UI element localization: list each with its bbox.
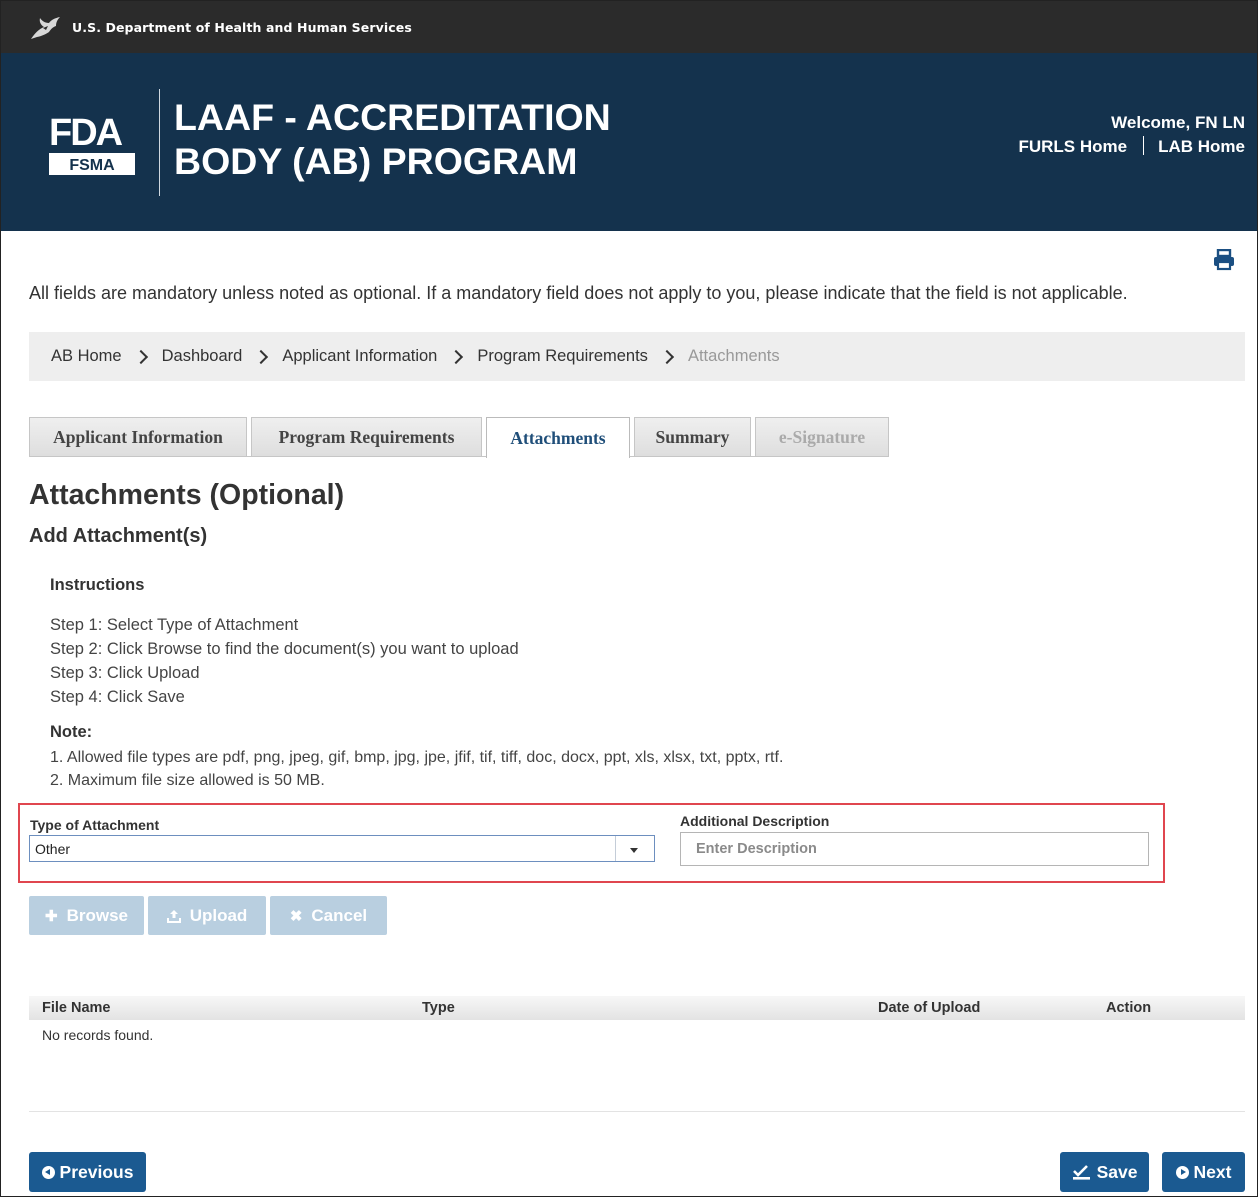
header-divider: [159, 89, 160, 196]
step-item: Step 3: Click Upload: [50, 664, 200, 682]
chevron-right-icon: [449, 349, 464, 364]
fsma-logo-text: FSMA: [69, 157, 115, 174]
column-file-name[interactable]: File Name: [42, 1000, 111, 1016]
breadcrumb-dashboard[interactable]: Dashboard: [162, 347, 243, 366]
tab-attachments[interactable]: Attachments: [486, 417, 630, 458]
type-of-attachment-select[interactable]: Other: [29, 835, 655, 862]
tab-program-requirements[interactable]: Program Requirements: [251, 417, 482, 456]
circle-arrow-right-icon: [1175, 1165, 1189, 1179]
select-value: Other: [35, 841, 71, 857]
breadcrumb-ab-home[interactable]: AB Home: [51, 347, 122, 366]
note-item: 1. Allowed file types are pdf, png, jpeg…: [50, 749, 784, 766]
site-header: FDA FSMA LAAF - ACCREDITATION BODY (AB) …: [1, 53, 1257, 231]
instructions-title: Instructions: [50, 576, 145, 594]
browse-button[interactable]: ✚ Browse: [29, 896, 144, 935]
cancel-label: Cancel: [311, 905, 368, 925]
step-item: Step 4: Click Save: [50, 688, 185, 706]
step-item: Step 2: Click Browse to find the documen…: [50, 640, 519, 658]
tabs-baseline: [29, 456, 889, 457]
notes-list: 1. Allowed file types are pdf, png, jpeg…: [50, 746, 783, 792]
chevron-right-icon: [659, 349, 675, 364]
type-of-attachment-label: Type of Attachment: [30, 817, 160, 833]
hhs-top-bar: U.S. Department of Health and Human Serv…: [1, 1, 1257, 53]
program-title-line1: LAAF - ACCREDITATION: [174, 96, 611, 138]
dropdown-button[interactable]: [615, 836, 654, 861]
furls-home-link[interactable]: FURLS Home: [1018, 137, 1127, 156]
welcome-text: Welcome, FN LN: [1111, 113, 1245, 132]
note-item: 2. Maximum file size allowed is 50 MB.: [50, 772, 325, 789]
mandatory-fields-note: All fields are mandatory unless noted as…: [29, 283, 1128, 303]
instruction-steps: Step 1: Select Type of Attachment Step 2…: [50, 613, 519, 709]
save-label: Save: [1096, 1161, 1138, 1182]
tab-e-signature: e-Signature: [755, 417, 889, 456]
column-date-of-upload[interactable]: Date of Upload: [878, 1000, 980, 1016]
save-button[interactable]: Save: [1060, 1152, 1149, 1192]
column-type[interactable]: Type: [422, 1000, 455, 1016]
printer-icon[interactable]: [1213, 249, 1235, 271]
program-title: LAAF - ACCREDITATION BODY (AB) PROGRAM: [174, 95, 734, 183]
chevron-down-icon: [630, 848, 638, 853]
plus-icon: ✚: [45, 907, 58, 925]
section-subtitle: Add Attachment(s): [29, 525, 208, 547]
previous-button[interactable]: Previous: [29, 1152, 146, 1192]
page-title: Attachments (Optional): [29, 479, 345, 511]
link-separator: [1143, 136, 1145, 155]
tab-summary[interactable]: Summary: [634, 417, 751, 456]
program-title-line2: BODY (AB) PROGRAM: [174, 140, 578, 182]
column-action: Action: [1106, 1000, 1152, 1016]
hhs-department-text: U.S. Department of Health and Human Serv…: [72, 20, 412, 35]
additional-description-input[interactable]: [680, 832, 1149, 866]
breadcrumb-applicant-information[interactable]: Applicant Information: [282, 347, 437, 366]
attachments-table-header: File Name Type Date of Upload Action: [29, 996, 1245, 1020]
browse-label: Browse: [66, 905, 128, 925]
chevron-right-icon: [254, 349, 269, 364]
upload-label: Upload: [189, 905, 248, 925]
header-links: FURLS Home LAB Home: [1018, 136, 1245, 157]
lab-home-link[interactable]: LAB Home: [1158, 137, 1245, 156]
fda-fsma-logo: FDA FSMA: [49, 112, 135, 175]
save-check-icon: [1072, 1165, 1090, 1180]
close-icon: ✖: [289, 907, 303, 925]
circle-arrow-left-icon: [41, 1165, 55, 1179]
next-label: Next: [1193, 1161, 1232, 1182]
next-button[interactable]: Next: [1162, 1152, 1245, 1192]
svg-text:FDA: FDA: [49, 112, 123, 154]
additional-description-label: Additional Description: [680, 813, 830, 829]
chevron-right-icon: [133, 349, 148, 364]
tab-applicant-information[interactable]: Applicant Information: [29, 417, 247, 456]
upload-icon: [166, 909, 181, 923]
table-empty-message: No records found.: [42, 1027, 154, 1043]
footer-divider: [29, 1111, 1245, 1112]
cancel-button[interactable]: ✖ Cancel: [270, 896, 387, 935]
hhs-eagle-icon: [31, 17, 60, 39]
breadcrumb-attachments: Attachments: [687, 347, 780, 365]
note-title: Note:: [50, 723, 93, 741]
page-frame: U.S. Department of Health and Human Serv…: [0, 0, 1258, 1197]
breadcrumb-program-requirements[interactable]: Program Requirements: [477, 347, 648, 366]
step-item: Step 1: Select Type of Attachment: [50, 616, 299, 634]
upload-button[interactable]: Upload: [148, 896, 266, 935]
breadcrumb: AB Home Dashboard Applicant Information …: [29, 332, 1245, 381]
previous-label: Previous: [59, 1161, 134, 1182]
